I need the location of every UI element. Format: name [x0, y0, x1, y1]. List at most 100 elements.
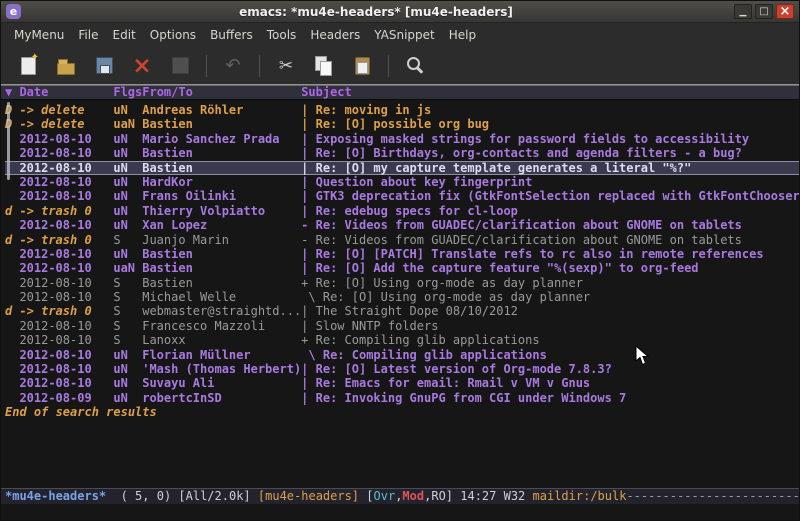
message-row[interactable]: d-> trash 0SJuanjo Marin- Re: Videos fro… — [5, 233, 799, 247]
row-mark-flag — [5, 290, 19, 304]
message-row[interactable]: 2012-08-10uNFlorian Müllner \ Re: Compil… — [5, 348, 799, 362]
row-date: 2012-08-10 — [19, 161, 113, 175]
modeline-segment: ( 5, 0) — [106, 489, 178, 503]
row-mark-flag: d — [5, 304, 19, 318]
row-flags: uN — [113, 362, 142, 376]
menu-headers[interactable]: Headers — [303, 26, 367, 44]
row-date: 2012-08-10 — [19, 376, 113, 390]
message-row[interactable]: 2012-08-10uNXan Lopez- Re: Videos from G… — [5, 218, 799, 232]
modeline-segment: [All/2.0k] — [178, 489, 257, 503]
cut-icon[interactable] — [273, 53, 299, 79]
column-header-from[interactable]: From/To — [142, 86, 301, 99]
message-row[interactable]: 2012-08-10uNBastien| Re: [O] Birthdays, … — [5, 146, 799, 160]
row-flags: uN — [113, 189, 142, 203]
row-flags: S — [113, 319, 142, 333]
menu-help[interactable]: Help — [442, 26, 483, 44]
column-header-flags[interactable]: Flgs — [113, 86, 142, 99]
column-header-date[interactable]: ▼ Date — [5, 86, 113, 99]
modeline-segment: Ovr — [374, 489, 396, 503]
menu-tools[interactable]: Tools — [260, 26, 304, 44]
menu-yasnippet[interactable]: YASnippet — [367, 26, 442, 44]
row-date: 2012-08-10 — [19, 218, 113, 232]
row-flags: uaN — [113, 117, 142, 131]
row-flags: uN — [113, 391, 142, 405]
row-from: HardKor — [142, 175, 301, 189]
menu-mymenu[interactable]: MyMenu — [7, 26, 71, 44]
row-mark-flag: d — [5, 204, 19, 218]
message-row[interactable]: 2012-08-10SLanoxx+ Re: Compiling glib ap… — [5, 333, 799, 347]
modeline-segment: RO — [431, 489, 445, 503]
message-row[interactable]: D-> deleteuNAndreas Röhler| Re: moving i… — [5, 103, 799, 117]
message-row[interactable]: 2012-08-10uNBastien| Re: [O] [PATCH] Tra… — [5, 247, 799, 261]
toolbar-separator — [388, 55, 389, 77]
close-button[interactable] — [776, 4, 794, 19]
message-row[interactable]: 2012-08-10uNBastien| Re: [O] my capture … — [5, 161, 799, 175]
scrollbar-thumb[interactable] — [7, 102, 10, 180]
open-file-icon[interactable] — [53, 53, 79, 79]
menu-buffers[interactable]: Buffers — [203, 26, 260, 44]
titlebar[interactable]: emacs: *mu4e-headers* [mu4e-headers] — [1, 1, 799, 23]
undo-icon — [220, 53, 246, 79]
message-row[interactable]: 2012-08-09uNrobertcInSD| Re: Invoking Gn… — [5, 391, 799, 405]
new-file-icon[interactable] — [15, 53, 41, 79]
message-row[interactable]: 2012-08-10uN'Mash (Thomas Herbert)| Re: … — [5, 362, 799, 376]
menu-options[interactable]: Options — [143, 26, 203, 44]
row-mark-flag — [5, 348, 19, 362]
modeline-segment: maildir:/bulk — [533, 489, 627, 503]
minibuffer-echo-area[interactable] — [1, 504, 799, 520]
headers-buffer[interactable]: D-> deleteuNAndreas Röhler| Re: moving i… — [1, 100, 799, 488]
row-from: Florian Müllner — [142, 348, 301, 362]
row-subject: \ Re: Compiling glib applications — [301, 348, 799, 362]
save-icon[interactable] — [91, 53, 117, 79]
row-from: Lanoxx — [142, 333, 301, 347]
kill-buffer-icon[interactable] — [129, 53, 155, 79]
row-date: -> delete — [19, 103, 113, 117]
row-flags: S — [113, 290, 142, 304]
menu-edit[interactable]: Edit — [106, 26, 143, 44]
mode-line[interactable]: *mu4e-headers* ( 5, 0) [All/2.0k] [mu4e-… — [1, 488, 799, 504]
menu-bar: MyMenuFileEditOptionsBuffersToolsHeaders… — [1, 23, 799, 47]
message-row[interactable]: 2012-08-10SFrancesco Mazzoli| Slow NNTP … — [5, 319, 799, 333]
message-row[interactable]: d-> trash 0Swebmaster@straightd...| The … — [5, 304, 799, 318]
row-flags: uN — [113, 161, 142, 175]
message-row[interactable]: 2012-08-10uNFrans Oilinki| GTK3 deprecat… — [5, 189, 799, 203]
row-subject: - Re: Videos from GUADEC/clarification a… — [301, 218, 799, 232]
minimize-button[interactable] — [734, 4, 752, 19]
message-row[interactable]: 2012-08-10SBastien+ Re: [O] Using org-mo… — [5, 276, 799, 290]
row-date: 2012-08-10 — [19, 319, 113, 333]
menu-file[interactable]: File — [71, 26, 105, 44]
column-header-subject[interactable]: Subject — [301, 86, 799, 99]
row-subject: + Re: Compiling glib applications — [301, 333, 799, 347]
row-date: -> delete — [19, 117, 113, 131]
copy-icon[interactable] — [311, 53, 337, 79]
search-icon[interactable] — [402, 53, 428, 79]
row-flags: uN — [113, 103, 142, 117]
modeline-segment: Mod — [402, 489, 424, 503]
maximize-button[interactable] — [755, 4, 773, 19]
window-title: emacs: *mu4e-headers* [mu4e-headers] — [21, 5, 731, 19]
row-flags: S — [113, 233, 142, 247]
row-from: webmaster@straightd... — [142, 304, 301, 318]
row-subject: | Re: [O] [PATCH] Translate refs to rc a… — [301, 247, 799, 261]
message-row[interactable]: 2012-08-10uNSuvayu Ali| Re: Emacs for em… — [5, 376, 799, 390]
row-from: Mario Sanchez Prada — [142, 132, 301, 146]
paste-icon[interactable] — [349, 53, 375, 79]
message-row[interactable]: 2012-08-10uNHardKor| Question about key … — [5, 175, 799, 189]
message-row[interactable]: 2012-08-10uaNBastien| Re: [O] Add the ca… — [5, 261, 799, 275]
row-flags: uN — [113, 376, 142, 390]
row-subject: | Re: [O] Latest version of Org-mode 7.8… — [301, 362, 799, 376]
message-row[interactable]: 2012-08-10SMichael Welle \ Re: [O] Using… — [5, 290, 799, 304]
row-from: Bastien — [142, 117, 301, 131]
row-subject: | Re: [O] Add the capture feature "%(sex… — [301, 261, 799, 275]
header-line: ▼ Date Flgs From/To Subject — [1, 85, 799, 100]
window-buttons — [731, 4, 794, 19]
message-row[interactable]: D-> deleteuaNBastien| Re: [O] possible o… — [5, 117, 799, 131]
row-subject: | Re: edebug specs for cl-loop — [301, 204, 799, 218]
row-from: Frans Oilinki — [142, 189, 301, 203]
message-row[interactable]: 2012-08-10uNMario Sanchez Prada| Exposin… — [5, 132, 799, 146]
message-row[interactable]: d-> trash 0uNThierry Volpiatto| Re: edeb… — [5, 204, 799, 218]
row-date: -> trash 0 — [19, 204, 113, 218]
row-from: Bastien — [142, 161, 301, 175]
row-subject: | Re: Invoking GnuPG from CGI under Wind… — [301, 391, 799, 405]
emacs-icon — [6, 4, 21, 19]
